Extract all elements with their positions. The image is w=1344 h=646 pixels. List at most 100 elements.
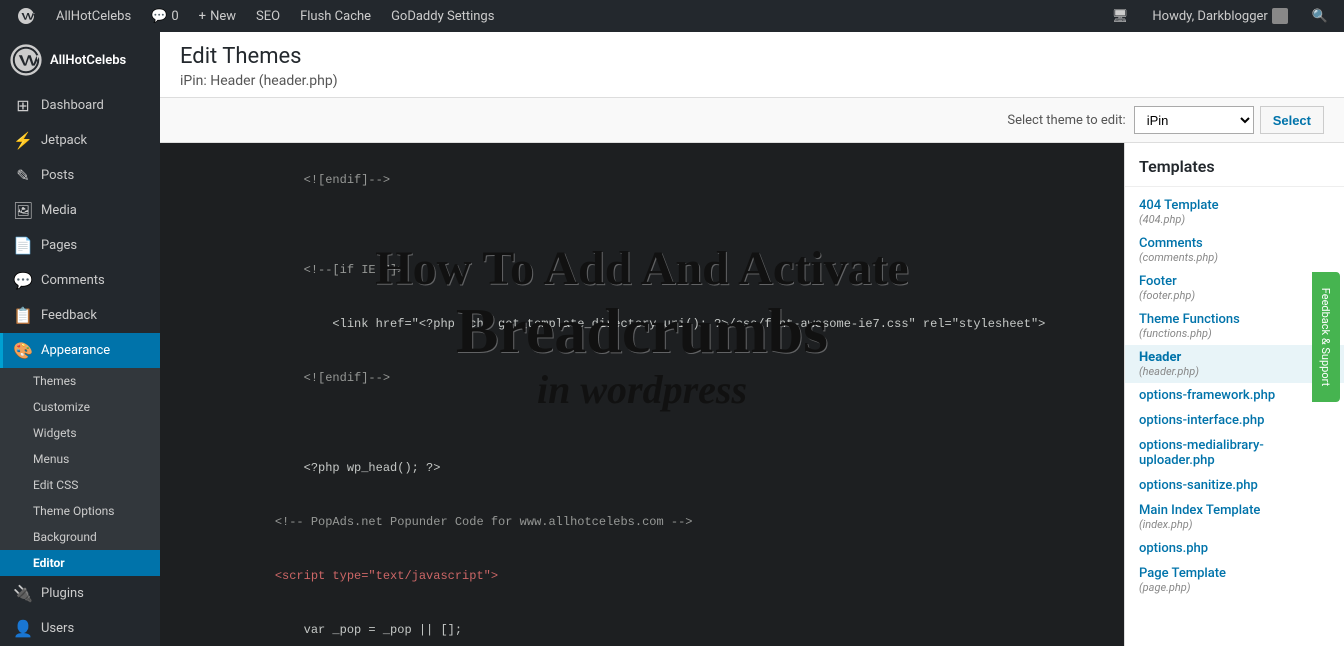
sidebar-item-dashboard[interactable]: ⊞ Dashboard <box>0 88 160 123</box>
seo-button[interactable]: SEO <box>248 0 288 32</box>
appearance-label: Appearance <box>41 343 110 358</box>
howdy-button[interactable]: Howdy, Darkblogger <box>1144 0 1295 32</box>
comment-icon: 💬 <box>151 9 167 24</box>
appearance-subnav: Themes Customize Widgets Menus Edit CSS … <box>0 368 160 576</box>
flush-cache-button[interactable]: Flush Cache <box>292 0 379 32</box>
theme-select-wrapper: iPin Select <box>1134 106 1324 134</box>
flush-cache-label: Flush Cache <box>300 9 371 24</box>
template-404-file: (404.php) <box>1139 213 1330 226</box>
dashboard-icon: ⊞ <box>13 96 33 115</box>
template-main-index-file: (index.php) <box>1139 518 1330 531</box>
screen-icon: 🖥 <box>1112 9 1129 24</box>
template-footer-name: Footer <box>1139 274 1330 289</box>
comment-count: 0 <box>171 9 178 24</box>
sidebar-item-users[interactable]: 👤 Users <box>0 611 160 646</box>
template-item-options[interactable]: options.php <box>1125 536 1344 561</box>
template-page-file: (page.php) <box>1139 581 1330 594</box>
jetpack-icon: ⚡ <box>13 131 33 150</box>
template-functions-name: Theme Functions <box>1139 312 1330 327</box>
sidebar-item-plugins[interactable]: 🔌 Plugins <box>0 576 160 611</box>
seo-label: SEO <box>256 9 280 24</box>
godaddy-label: GoDaddy Settings <box>391 9 494 24</box>
sidebar-logo-area: AllHotCelebs <box>0 32 160 88</box>
site-name-button[interactable]: AllHotCelebs <box>48 0 139 32</box>
template-options-sanitize-name: options-sanitize.php <box>1139 478 1330 493</box>
template-item-page-template[interactable]: Page Template (page.php) <box>1125 561 1344 599</box>
avatar <box>1272 8 1288 24</box>
themes-label: Themes <box>33 374 76 388</box>
feedback-label: Feedback <box>41 308 97 323</box>
theme-selector-bar: Select theme to edit: iPin Select <box>160 98 1344 143</box>
edit-css-label: Edit CSS <box>33 478 78 492</box>
screen-options-button[interactable]: 🖥 <box>1104 0 1137 32</box>
sidebar-item-theme-options[interactable]: Theme Options <box>0 498 160 524</box>
sidebar-item-background[interactable]: Background <box>0 524 160 550</box>
howdy-text: Howdy, Darkblogger <box>1152 9 1267 24</box>
sidebar-wp-logo <box>10 44 42 76</box>
new-label: New <box>210 9 236 24</box>
sidebar-site-name: AllHotCelebs <box>50 53 126 68</box>
sidebar-item-pages[interactable]: 📄 Pages <box>0 228 160 263</box>
template-options-name: options.php <box>1139 541 1330 556</box>
sidebar-item-comments[interactable]: 💬 Comments <box>0 263 160 298</box>
template-options-medialibrary-name: options-medialibrary-uploader.php <box>1139 438 1330 468</box>
new-button[interactable]: + New <box>191 0 244 32</box>
template-item-options-sanitize[interactable]: options-sanitize.php <box>1125 473 1344 498</box>
comments-button[interactable]: 💬 0 <box>143 0 187 32</box>
templates-sidebar: Templates 404 Template (404.php) Comment… <box>1124 143 1344 646</box>
template-footer-file: (footer.php) <box>1139 289 1330 302</box>
search-icon-button[interactable]: 🔍 <box>1304 0 1336 32</box>
sidebar-item-feedback[interactable]: 📋 Feedback <box>0 298 160 333</box>
sidebar-item-widgets[interactable]: Widgets <box>0 420 160 446</box>
theme-options-label: Theme Options <box>33 504 115 518</box>
selector-label: Select theme to edit: <box>1007 113 1125 128</box>
editor-label: Editor <box>33 556 65 570</box>
sidebar-item-jetpack[interactable]: ⚡ Jetpack <box>0 123 160 158</box>
code-editor[interactable]: <![endif]--> <!--[if IE 7]> <link href="… <box>160 143 1124 646</box>
appearance-icon: 🎨 <box>13 341 33 360</box>
posts-label: Posts <box>41 168 74 183</box>
page-subtitle: iPin: Header (header.php) <box>180 73 1324 89</box>
sidebar-item-editor[interactable]: Editor <box>0 550 160 576</box>
page-title: Edit Themes <box>180 44 1324 69</box>
templates-title: Templates <box>1125 153 1344 187</box>
posts-icon: ✎ <box>13 166 33 185</box>
template-item-main-index[interactable]: Main Index Template (index.php) <box>1125 498 1344 536</box>
page-header: Edit Themes iPin: Header (header.php) <box>160 32 1344 98</box>
template-comments-name: Comments <box>1139 236 1330 251</box>
pages-icon: 📄 <box>13 236 33 255</box>
sidebar-item-media[interactable]: 🖼 Media <box>0 193 160 228</box>
template-main-index-name: Main Index Template <box>1139 503 1330 518</box>
comments-nav-icon: 💬 <box>13 271 33 290</box>
jetpack-label: Jetpack <box>41 133 87 148</box>
template-header-name: Header <box>1139 350 1330 365</box>
sidebar-item-customize[interactable]: Customize <box>0 394 160 420</box>
template-404-name: 404 Template <box>1139 198 1330 213</box>
theme-select-dropdown[interactable]: iPin <box>1134 106 1254 134</box>
search-icon: 🔍 <box>1312 9 1328 24</box>
users-label: Users <box>41 621 74 636</box>
template-item-comments[interactable]: Comments (comments.php) <box>1125 231 1344 269</box>
plugins-label: Plugins <box>41 586 84 601</box>
select-button[interactable]: Select <box>1260 106 1324 134</box>
template-page-name: Page Template <box>1139 566 1330 581</box>
sidebar-item-menus[interactable]: Menus <box>0 446 160 472</box>
template-item-options-interface[interactable]: options-interface.php <box>1125 408 1344 433</box>
wp-logo-button[interactable] <box>8 0 44 32</box>
template-functions-file: (functions.php) <box>1139 327 1330 340</box>
template-item-404[interactable]: 404 Template (404.php) <box>1125 193 1344 231</box>
template-item-options-medialibrary[interactable]: options-medialibrary-uploader.php <box>1125 433 1344 473</box>
sidebar-item-appearance[interactable]: 🎨 Appearance <box>0 333 160 368</box>
godaddy-button[interactable]: GoDaddy Settings <box>383 0 502 32</box>
pages-label: Pages <box>41 238 77 253</box>
plugins-icon: 🔌 <box>13 584 33 603</box>
sidebar: AllHotCelebs ⊞ Dashboard ⚡ Jetpack ✎ Pos… <box>0 32 160 646</box>
sidebar-item-edit-css[interactable]: Edit CSS <box>0 472 160 498</box>
new-icon: + <box>199 9 206 24</box>
feedback-tab-label: Feedback & Support <box>1320 288 1333 386</box>
feedback-support-tab[interactable]: Feedback & Support <box>1312 272 1340 402</box>
sidebar-item-themes[interactable]: Themes <box>0 368 160 394</box>
template-header-file: (header.php) <box>1139 365 1330 378</box>
media-icon: 🖼 <box>13 201 33 220</box>
sidebar-item-posts[interactable]: ✎ Posts <box>0 158 160 193</box>
